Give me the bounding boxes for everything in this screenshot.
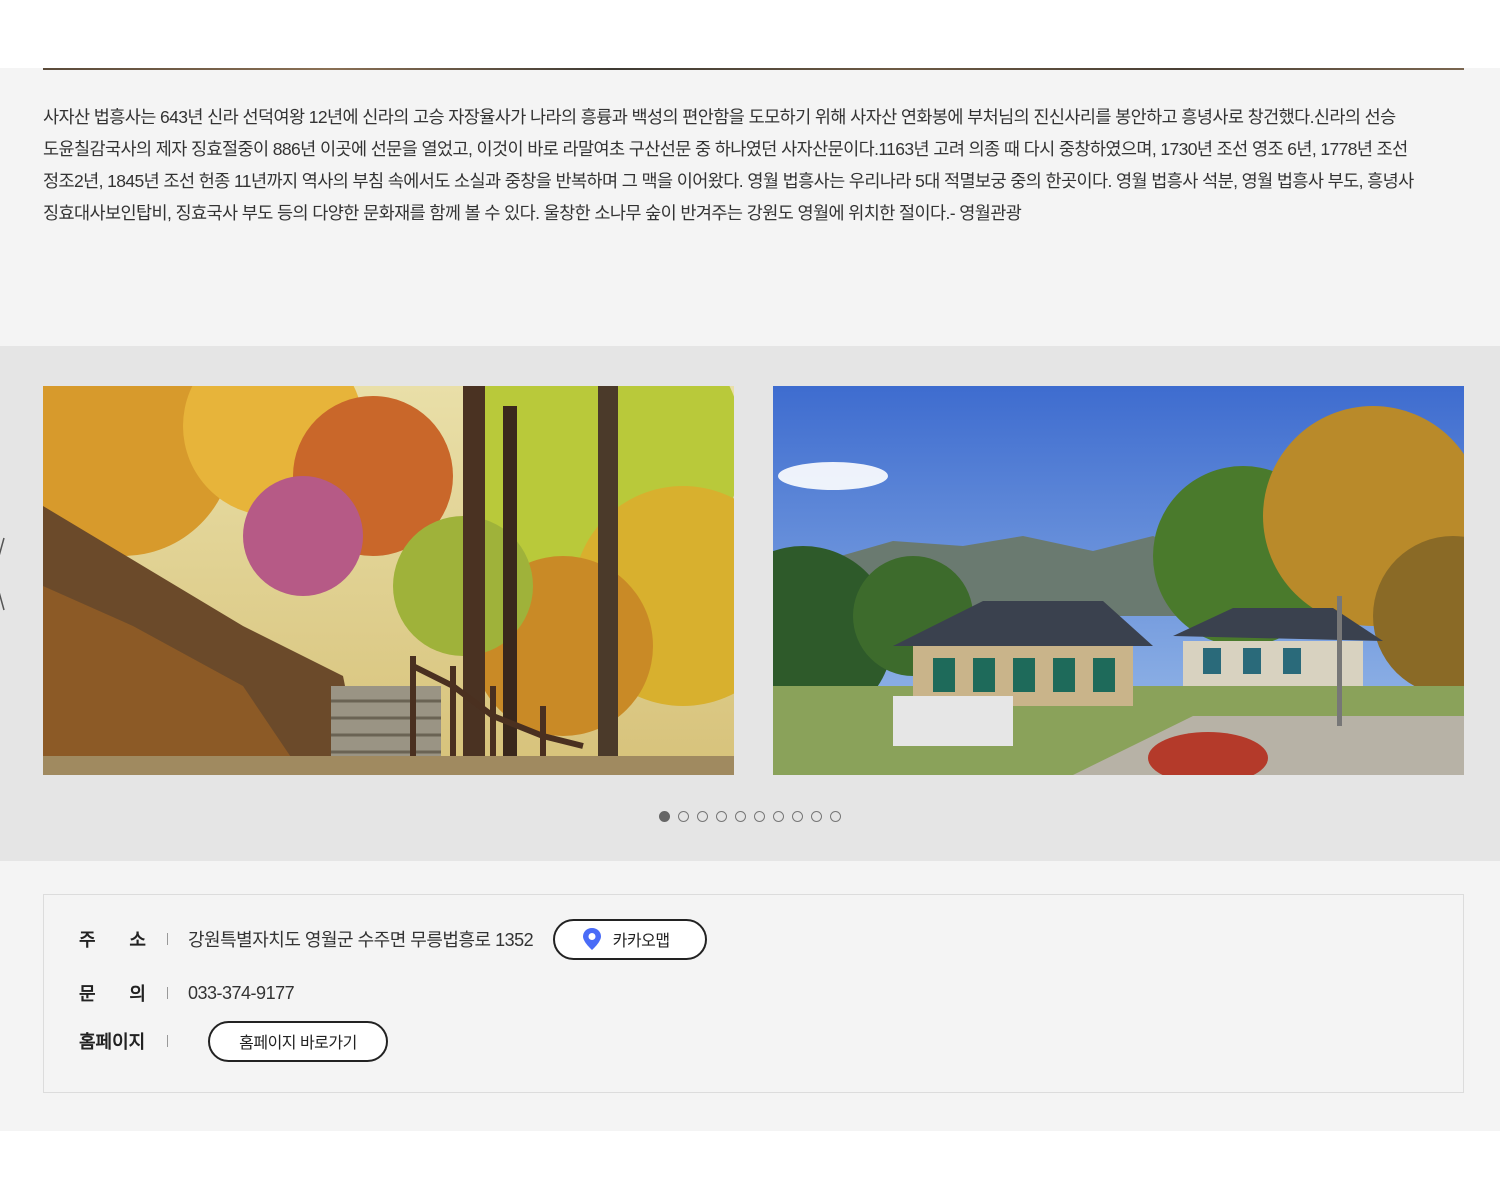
address-value: 강원특별자치도 영월군 수주면 무릉법흥로 1352 [188,930,534,950]
pagination-dot-9[interactable] [811,811,822,822]
forest-stairway-image [43,386,734,775]
pagination-dot-2[interactable] [678,811,689,822]
kakao-map-label: 카카오맵 [612,933,670,950]
pagination-dot-10[interactable] [830,811,841,822]
homepage-link-button[interactable]: 홈페이지 바로가기 [208,1020,388,1062]
gallery-slide-temple[interactable] [773,386,1464,775]
slider-pagination [659,811,841,822]
divider [167,933,168,945]
address-row: 주 소 강원특별자치도 영월군 수주면 무릉법흥로 1352 카카오맵 [79,918,708,960]
kakao-map-button[interactable]: 카카오맵 [553,918,708,960]
pagination-dot-5[interactable] [735,811,746,822]
pagination-dot-7[interactable] [773,811,784,822]
temple-buildings-image [773,386,1464,775]
main-image-bottom-edge [43,68,1464,70]
pagination-dot-4[interactable] [716,811,727,822]
description-text: 사자산 법흥사는 643년 신라 선덕여왕 12년에 신라의 고승 자장율사가 … [43,107,1414,223]
chevron-left-icon[interactable] [0,536,6,612]
pagination-dot-8[interactable] [792,811,803,822]
homepage-label: 홈페이지 [79,1032,146,1052]
pagination-dot-6[interactable] [754,811,765,822]
pagination-dot-3[interactable] [697,811,708,822]
info-box: 주 소 강원특별자치도 영월군 수주면 무릉법흥로 1352 카카오맵 문 의 … [43,894,1464,1093]
address-label: 주 소 [79,930,146,950]
info-section: 주 소 강원특별자치도 영월군 수주면 무릉법흥로 1352 카카오맵 문 의 … [0,861,1500,1131]
phone-label: 문 의 [79,984,146,1004]
phone-value: 033-374-9177 [188,982,295,1003]
phone-row: 문 의 033-374-9177 [79,973,295,1013]
divider [167,1035,168,1047]
map-pin-icon [582,928,601,950]
homepage-row: 홈페이지 홈페이지 바로가기 [79,1020,388,1062]
photo-gallery [0,346,1500,861]
description-section: 사자산 법흥사는 643년 신라 선덕여왕 12년에 신라의 고승 자장율사가 … [0,68,1500,346]
pagination-dot-1[interactable] [659,811,670,822]
divider [167,987,168,999]
gallery-slide-forest[interactable] [43,386,734,775]
top-blank-area [0,0,1500,68]
bottom-blank-area [0,1131,1500,1200]
